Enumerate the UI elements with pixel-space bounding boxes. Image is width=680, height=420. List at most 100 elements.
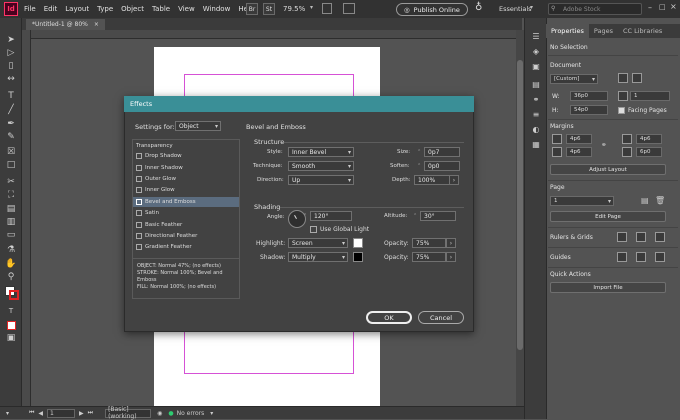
last-page-icon[interactable]: ⏭ <box>88 409 93 417</box>
menu-edit[interactable]: Edit <box>44 5 58 13</box>
minimize-icon[interactable]: – <box>648 3 652 12</box>
effect-checkbox[interactable] <box>136 222 142 228</box>
formatting-affects-text-icon[interactable]: T <box>5 305 17 317</box>
shadow-color-swatch[interactable] <box>353 252 363 262</box>
shadow-opacity-field[interactable]: 75% <box>412 252 446 262</box>
stock-search-input[interactable]: Adobe Stock <box>548 3 642 15</box>
gap-tool-icon[interactable]: ↔ <box>5 73 17 85</box>
first-page-icon[interactable]: ⏮ <box>29 409 34 417</box>
rectangle-frame-tool-icon[interactable]: ☒ <box>5 146 17 158</box>
angle-field[interactable]: 120° <box>303 211 352 221</box>
menu-table[interactable]: Table <box>152 5 170 13</box>
vertical-ruler[interactable] <box>22 30 31 406</box>
settings-for-select[interactable]: Object <box>175 121 221 131</box>
eyedropper-tool-icon[interactable]: ⚗ <box>5 244 17 256</box>
tab-pages[interactable]: Pages <box>589 24 618 38</box>
effect-satin[interactable]: Satin <box>136 210 159 216</box>
highlight-color-swatch[interactable] <box>353 238 363 248</box>
page-select[interactable]: 1 <box>550 196 614 206</box>
tab-properties[interactable]: Properties <box>546 24 589 38</box>
effect-checkbox[interactable] <box>136 176 142 182</box>
facing-pages-checkbox[interactable] <box>618 107 625 114</box>
margin-bottom-field[interactable]: 4p6 <box>566 147 592 157</box>
gradient-feather-tool-icon[interactable]: ▥ <box>5 216 17 228</box>
document-grid-icon[interactable] <box>655 232 665 242</box>
margin-top-field[interactable]: 4p6 <box>566 134 592 144</box>
depth-slider-toggle-icon[interactable]: › <box>449 175 459 185</box>
cc-libraries-icon[interactable]: ▣ <box>530 60 542 72</box>
menu-layout[interactable]: Layout <box>65 5 89 13</box>
portrait-orientation-icon[interactable] <box>618 73 628 83</box>
effect-checkbox[interactable] <box>136 153 142 159</box>
scissors-tool-icon[interactable]: ✂ <box>5 176 17 188</box>
workspace-dropdown-icon[interactable]: ▾ <box>530 4 533 11</box>
vertical-scrollbar-thumb[interactable] <box>517 60 523 350</box>
effect-checkbox[interactable] <box>136 244 142 250</box>
apply-color-icon[interactable] <box>5 319 17 331</box>
highlight-opacity-slider-icon[interactable]: › <box>446 238 456 248</box>
technique-select[interactable]: Smooth <box>288 161 354 171</box>
fill-stroke-swatch-icon[interactable] <box>5 286 19 300</box>
screen-mode-tool-icon[interactable]: ▣ <box>5 332 17 344</box>
document-tab[interactable]: *Untitled-1 @ 80% × <box>26 19 105 30</box>
effect-inner-glow[interactable]: Inner Glow <box>136 187 175 193</box>
stroke-panel-icon[interactable]: ≡ <box>530 108 542 120</box>
page-number-field[interactable]: 1 <box>47 408 76 418</box>
menu-type[interactable]: Type <box>97 5 113 13</box>
link-margins-icon[interactable]: ⚭ <box>601 141 607 149</box>
previous-page-icon[interactable]: ◀ <box>38 410 43 417</box>
rulers-icon[interactable] <box>617 232 627 242</box>
publish-online-button[interactable]: ◎ Publish Online <box>396 3 468 16</box>
shadow-opacity-slider-icon[interactable]: › <box>446 252 456 262</box>
import-file-button[interactable]: Import File <box>550 282 666 293</box>
effect-bevel-and-emboss[interactable]: Bevel and Emboss <box>136 199 196 205</box>
effect-outer-glow[interactable]: Outer Glow <box>136 176 176 182</box>
rectangle-tool-icon[interactable]: □ <box>5 159 17 171</box>
screen-mode-icon[interactable] <box>322 3 332 14</box>
type-tool-icon[interactable]: T <box>5 90 17 102</box>
properties-panel-icon[interactable]: ☰ <box>530 30 542 42</box>
menu-view[interactable]: View <box>178 5 195 13</box>
baseline-grid-icon[interactable] <box>636 232 646 242</box>
smart-guides-icon[interactable] <box>636 252 646 262</box>
page-tool-icon[interactable]: ▯ <box>5 60 17 72</box>
cancel-button[interactable]: Cancel <box>418 311 464 324</box>
lock-guides-icon[interactable] <box>655 252 665 262</box>
arrange-documents-icon[interactable] <box>343 3 355 14</box>
effect-checkbox[interactable] <box>136 233 142 239</box>
number-of-pages-field[interactable]: 1 <box>630 91 670 101</box>
shadow-select[interactable]: Multiply <box>288 252 348 262</box>
color-panel-icon[interactable]: ◐ <box>530 123 542 135</box>
pen-tool-icon[interactable]: ✒ <box>5 118 17 130</box>
ok-button[interactable]: OK <box>366 311 412 324</box>
close-tab-icon[interactable]: × <box>94 21 99 28</box>
tab-cc-libraries[interactable]: CC Libraries <box>618 24 667 38</box>
effect-basic-feather[interactable]: Basic Feather <box>136 222 182 228</box>
note-tool-icon[interactable]: ▭ <box>5 229 17 241</box>
zoom-status-field[interactable]: ▾ <box>6 410 9 417</box>
workspace-switcher[interactable]: Essentials <box>499 5 532 13</box>
line-tool-icon[interactable]: ╱ <box>5 104 17 116</box>
highlight-opacity-field[interactable]: 75% <box>412 238 446 248</box>
menu-object[interactable]: Object <box>121 5 144 13</box>
effect-gradient-feather[interactable]: Gradient Feather <box>136 244 192 250</box>
soften-field[interactable]: 0p0 <box>417 161 460 171</box>
preflight-menu-icon[interactable]: ▾ <box>210 410 213 417</box>
style-select[interactable]: Inner Bevel <box>288 147 354 157</box>
altitude-field[interactable]: 30° <box>413 211 456 221</box>
effect-drop-shadow[interactable]: Drop Shadow <box>136 153 182 159</box>
free-transform-tool-icon[interactable]: ⛶ <box>5 189 17 201</box>
delete-page-icon[interactable]: 🗑 <box>655 196 665 205</box>
landscape-orientation-icon[interactable] <box>632 73 642 83</box>
new-page-icon[interactable]: ▤ <box>641 196 649 205</box>
use-global-light-checkbox[interactable] <box>310 226 317 233</box>
depth-field[interactable]: 100% <box>414 175 450 185</box>
pages-panel-icon[interactable]: ▤ <box>530 78 542 90</box>
edit-page-button[interactable]: Edit Page <box>550 211 666 222</box>
links-panel-icon[interactable]: ⚭ <box>530 93 542 105</box>
effect-checkbox[interactable] <box>136 199 142 205</box>
effect-directional-feather[interactable]: Directional Feather <box>136 233 197 239</box>
next-page-icon[interactable]: ▶ <box>79 410 84 417</box>
swatches-panel-icon[interactable]: ▦ <box>530 138 542 150</box>
effect-checkbox[interactable] <box>136 187 142 193</box>
